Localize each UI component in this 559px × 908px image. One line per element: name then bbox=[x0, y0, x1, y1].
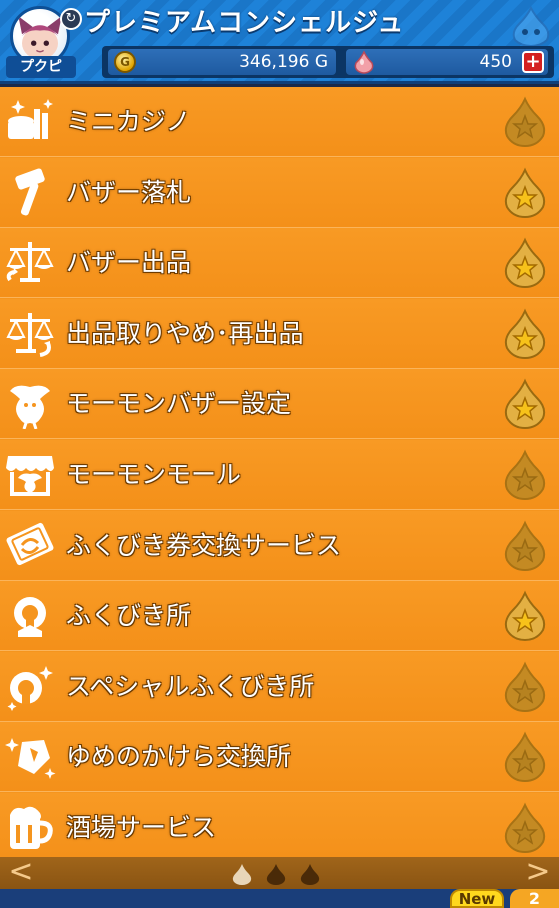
menu-row-label: バザー落札 bbox=[66, 177, 192, 207]
menu-row-label: モーモンモール bbox=[66, 460, 242, 489]
dream-shard-icon bbox=[4, 732, 56, 782]
slime-icon[interactable] bbox=[509, 6, 553, 46]
player-avatar-button[interactable]: ↻ プクピ bbox=[6, 4, 84, 80]
casino-icon bbox=[4, 97, 56, 147]
player-name: プクピ bbox=[6, 56, 76, 78]
menu-row[interactable]: スペシャルふくびき所 bbox=[0, 651, 559, 722]
lottery-icon bbox=[4, 591, 56, 641]
menu-row-label: 酒場サービス bbox=[66, 813, 217, 842]
prev-page-button[interactable]: < bbox=[6, 857, 36, 889]
favorite-star-icon[interactable] bbox=[499, 661, 551, 713]
special-lottery-icon bbox=[4, 662, 56, 712]
menu-row[interactable]: 出品取りやめ･再出品 bbox=[0, 298, 559, 369]
favorite-star-icon[interactable] bbox=[499, 449, 551, 501]
menu-row[interactable]: バザー出品 bbox=[0, 228, 559, 299]
shop-icon bbox=[4, 450, 56, 500]
page-dot-icon[interactable] bbox=[264, 863, 288, 885]
favorite-star-active-icon[interactable] bbox=[499, 308, 551, 360]
gem-amount: 450 bbox=[479, 52, 512, 72]
menu-row-label: ふくびき所 bbox=[66, 601, 192, 631]
notification-count-badge[interactable]: 2 bbox=[510, 889, 559, 908]
gold-display: G 346,196 G bbox=[108, 49, 336, 75]
favorite-star-icon[interactable] bbox=[499, 520, 551, 572]
menu-row[interactable]: ゆめのかけら交換所 bbox=[0, 722, 559, 793]
favorite-star-active-icon[interactable] bbox=[499, 590, 551, 642]
hammer-icon bbox=[4, 168, 56, 218]
favorite-star-icon[interactable] bbox=[499, 96, 551, 148]
tavern-icon bbox=[4, 803, 56, 853]
concierge-menu-list: ミニカジノ バザー落札 バザー出品 出品取りやめ･再出品 モーモンバザー設定 モ… bbox=[0, 87, 559, 863]
new-badge[interactable]: New bbox=[450, 889, 504, 908]
menu-row-label: モーモンバザー設定 bbox=[66, 389, 292, 419]
menu-row-label: スペシャルふくびき所 bbox=[66, 671, 315, 701]
scale-return-icon bbox=[4, 309, 56, 359]
menu-row[interactable]: モーモンバザー設定 bbox=[0, 369, 559, 440]
page-title: プレミアムコンシェルジュ bbox=[84, 8, 405, 38]
menu-row-label: ミニカジノ bbox=[66, 107, 191, 136]
menu-row[interactable]: バザー落札 bbox=[0, 157, 559, 228]
page-indicator bbox=[230, 863, 330, 885]
gem-icon bbox=[354, 50, 374, 74]
menu-row[interactable]: ふくびき券交換サービス bbox=[0, 510, 559, 581]
gold-coin-icon: G bbox=[114, 51, 136, 73]
gem-display: 450 + bbox=[346, 49, 548, 75]
scale-icon bbox=[4, 238, 56, 288]
bottom-bar: New 2 bbox=[0, 889, 559, 908]
favorite-star-icon[interactable] bbox=[499, 731, 551, 783]
refresh-icon[interactable]: ↻ bbox=[60, 8, 82, 30]
menu-row-label: ゆめのかけら交換所 bbox=[66, 742, 292, 772]
favorite-star-active-icon[interactable] bbox=[499, 167, 551, 219]
favorite-star-active-icon[interactable] bbox=[499, 237, 551, 289]
menu-row[interactable]: 酒場サービス bbox=[0, 793, 559, 863]
momon-icon bbox=[4, 379, 56, 430]
add-gems-button[interactable]: + bbox=[522, 51, 544, 73]
menu-row-label: バザー出品 bbox=[66, 248, 192, 278]
page-dot-current-icon[interactable] bbox=[230, 863, 254, 885]
favorite-star-active-icon[interactable] bbox=[499, 378, 551, 430]
header: ↻ プクピ プレミアムコンシェルジュ G 346,196 G 450 + bbox=[0, 0, 559, 84]
favorite-star-icon[interactable] bbox=[499, 802, 551, 854]
gold-amount: 346,196 G bbox=[239, 52, 328, 72]
currency-bar: G 346,196 G 450 + bbox=[102, 46, 554, 78]
page-dot-icon[interactable] bbox=[298, 863, 322, 885]
menu-row-label: 出品取りやめ･再出品 bbox=[66, 318, 304, 348]
menu-row-label: ふくびき券交換サービス bbox=[66, 530, 342, 560]
ticket-exchange-icon bbox=[4, 521, 56, 571]
menu-row[interactable]: ミニカジノ bbox=[0, 87, 559, 157]
pager: < > bbox=[0, 857, 559, 889]
menu-row[interactable]: ふくびき所 bbox=[0, 581, 559, 652]
menu-row[interactable]: モーモンモール bbox=[0, 440, 559, 510]
character-portrait-icon bbox=[18, 16, 62, 60]
next-page-button[interactable]: > bbox=[523, 857, 553, 889]
